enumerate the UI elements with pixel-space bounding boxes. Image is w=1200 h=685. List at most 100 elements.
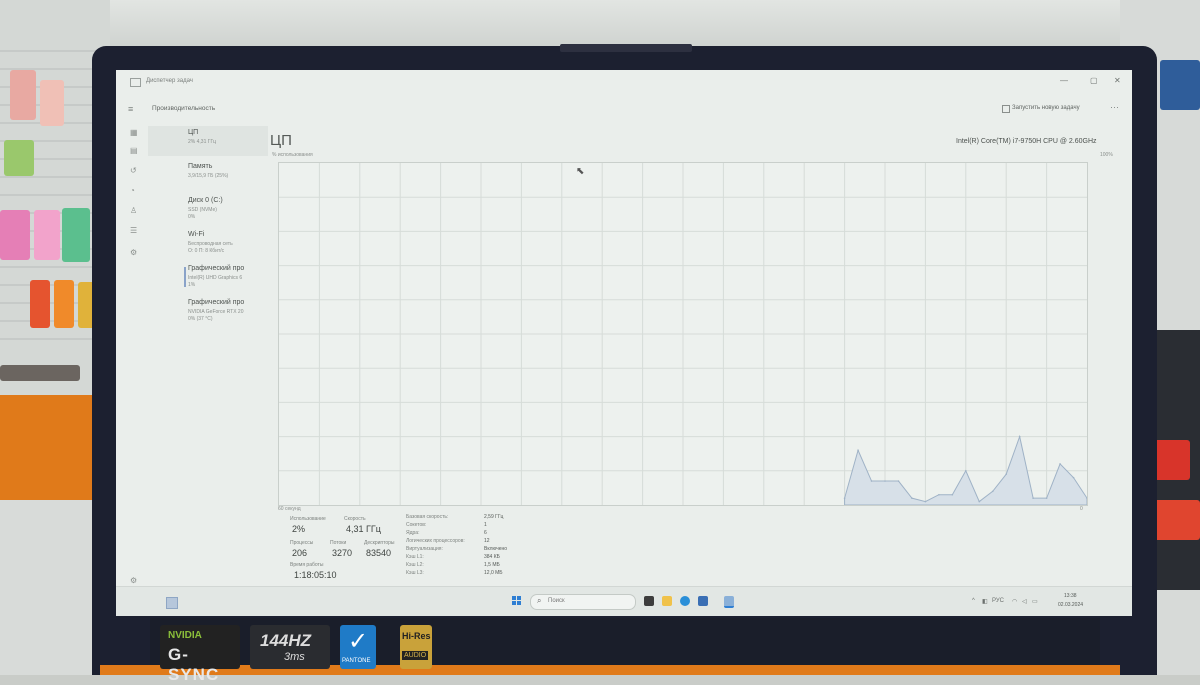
close-button[interactable]: ✕ [1114,76,1121,85]
uptime-value: 1:18:05:10 [294,570,337,580]
detail-key: Кэш L2: [406,562,424,568]
clock-time[interactable]: 13:38 [1064,593,1077,599]
detail-value: 2,59 ГГц [484,514,504,520]
shelf-product [30,280,50,328]
sidebar-item-gpu0[interactable]: Графический про Intel(R) UHD Graphics 6 … [148,262,268,292]
detail-value: 6 [484,530,487,536]
window-title: Диспетчер задач [146,78,193,84]
shelf-product [0,210,30,260]
cpu-usage-point [951,493,954,496]
sidebar-item-extra: 0% [188,214,196,220]
detail-key: Ядра: [406,530,420,536]
task-view-icon[interactable] [644,596,654,606]
sidebar-item-name: Графический про [188,299,245,306]
sidebar-item-disk[interactable]: Диск 0 (C:) SSD (NVMe) 0% [148,194,268,224]
cpu-usage-point [1059,463,1061,465]
edge-icon[interactable] [680,596,690,606]
sidebar-item-gpu1[interactable]: Графический про NVIDIA GeForce RTX 20 0%… [148,296,268,326]
shelf-product [4,140,34,176]
store-icon[interactable] [698,596,708,606]
detail-key: Кэш L1: [406,554,424,560]
uptime-label: Время работы [290,562,324,568]
mouse-cursor-icon: ⬉ [576,166,585,177]
audio-label: AUDIO [402,651,429,660]
startup-apps-icon[interactable]: ◔ [130,186,135,195]
threads-value: 3270 [332,548,353,558]
clock-date[interactable]: 02.03.2024 [1058,602,1083,608]
performance-icon[interactable]: ▤ [130,146,138,155]
settings-icon[interactable]: ⚙ [130,576,137,585]
tray-chevron-icon[interactable]: ^ [972,598,975,604]
minimize-button[interactable]: — [1060,76,1068,85]
services-icon[interactable]: ⚙ [130,248,137,257]
sidebar-item-name: Графический про [188,265,245,272]
cpu-usage-point [938,493,940,496]
toolbar: ≡ Производительность Запустить новую зад… [116,100,1132,120]
sidebar-item-detail: Intel(R) UHD Graphics 6 [188,275,243,281]
sidebar-item-name: Диск 0 (C:) [188,197,223,204]
hires-label: Hi-Res [402,631,431,641]
cpu-usage-point [843,497,846,499]
performance-sidebar: ЦП 2% 4,31 ГГц Память 3,9/15,9 ГБ (25%) … [148,126,268,346]
sidebar-item-wifi[interactable]: Wi-Fi Беспроводная сеть О: 0 П: 8 Кбит/с [148,228,268,258]
sidebar-item-cpu[interactable]: ЦП 2% 4,31 ГГц [148,126,268,156]
pantone-sticker: ✓ PANTONE [340,625,376,669]
cpu-usage-point [924,500,927,503]
details-icon[interactable]: ☰ [130,226,137,235]
sidebar-item-detail: 2% 4,31 ГГц [188,139,217,145]
cpu-usage-point [1072,476,1075,479]
nvidia-brand: NVIDIA [168,630,202,641]
shelf-product [62,208,90,262]
cpu-usage-point [1005,473,1007,476]
widgets-icon[interactable] [166,597,178,609]
cpu-usage-point [991,490,994,493]
shelf-product [54,280,74,328]
sidebar-item-name: Память [188,163,213,170]
tray-lang[interactable]: РУС [992,598,1004,604]
hires-audio-sticker: Hi-Res AUDIO [400,625,432,669]
cpu-usage-point [911,497,913,499]
battery-icon[interactable]: ▭ [1032,598,1038,605]
run-new-task-button[interactable]: Запустить новую задачу [1012,105,1080,111]
maximize-button[interactable]: ▢ [1090,76,1098,85]
nav-rail: ▦ ▤ ↺ ◔ ♙ ☰ ⚙ [124,120,146,600]
detail-value: 12,0 МБ [484,570,503,576]
refresh-rate: 144HZ [260,631,312,650]
detail-value: Включено [484,546,508,552]
graph-zero-label: 0 [1080,506,1083,512]
task-manager-taskbar-icon[interactable] [724,596,734,608]
sidebar-item-detail: 3,9/15,9 ГБ (25%) [188,173,229,179]
speed-label: Скорость [344,516,366,522]
cpu-usage-point [857,449,859,452]
tray-app-icon[interactable]: ◧ [982,598,988,605]
sidebar-item-memory[interactable]: Память 3,9/15,9 ГБ (25%) [148,160,268,190]
volume-icon[interactable]: ◁ [1022,598,1027,605]
handles-label: Дескрипторы [364,540,395,546]
file-explorer-icon[interactable] [662,596,672,606]
page-heading: Производительность [152,105,216,112]
cpu-usage-point [884,480,886,482]
users-icon[interactable]: ♙ [130,206,137,215]
processes-value: 206 [292,548,308,558]
shelf-product [34,210,60,260]
sidebar-item-extra: 1% [188,282,196,288]
title-bar: Диспетчер задач — ▢ ✕ [116,70,1132,92]
cpu-usage-point [1045,497,1048,499]
cpu-usage-point [1018,435,1021,438]
hamburger-menu-icon[interactable]: ≡ [128,104,133,114]
detail-value: 384 КБ [484,554,500,560]
processes-icon[interactable]: ▦ [130,128,138,137]
cpu-usage-point [965,470,967,472]
start-button[interactable] [512,596,522,606]
shelf-product [40,80,64,126]
wifi-icon[interactable]: ◠ [1012,598,1017,605]
cpu-subtitle: % использования [272,152,313,158]
more-options-button[interactable]: ··· [1110,102,1119,112]
cpu-usage-point [978,500,981,503]
refresh-rate-sticker: 144HZ 3ms [250,625,330,669]
detail-key: Сокетов: [406,522,427,528]
cpu-usage-point [897,480,900,482]
app-history-icon[interactable]: ↺ [130,166,137,175]
cpu-usage-point [1032,497,1034,499]
taskbar-search[interactable]: ⌕ Поиск [530,594,636,610]
